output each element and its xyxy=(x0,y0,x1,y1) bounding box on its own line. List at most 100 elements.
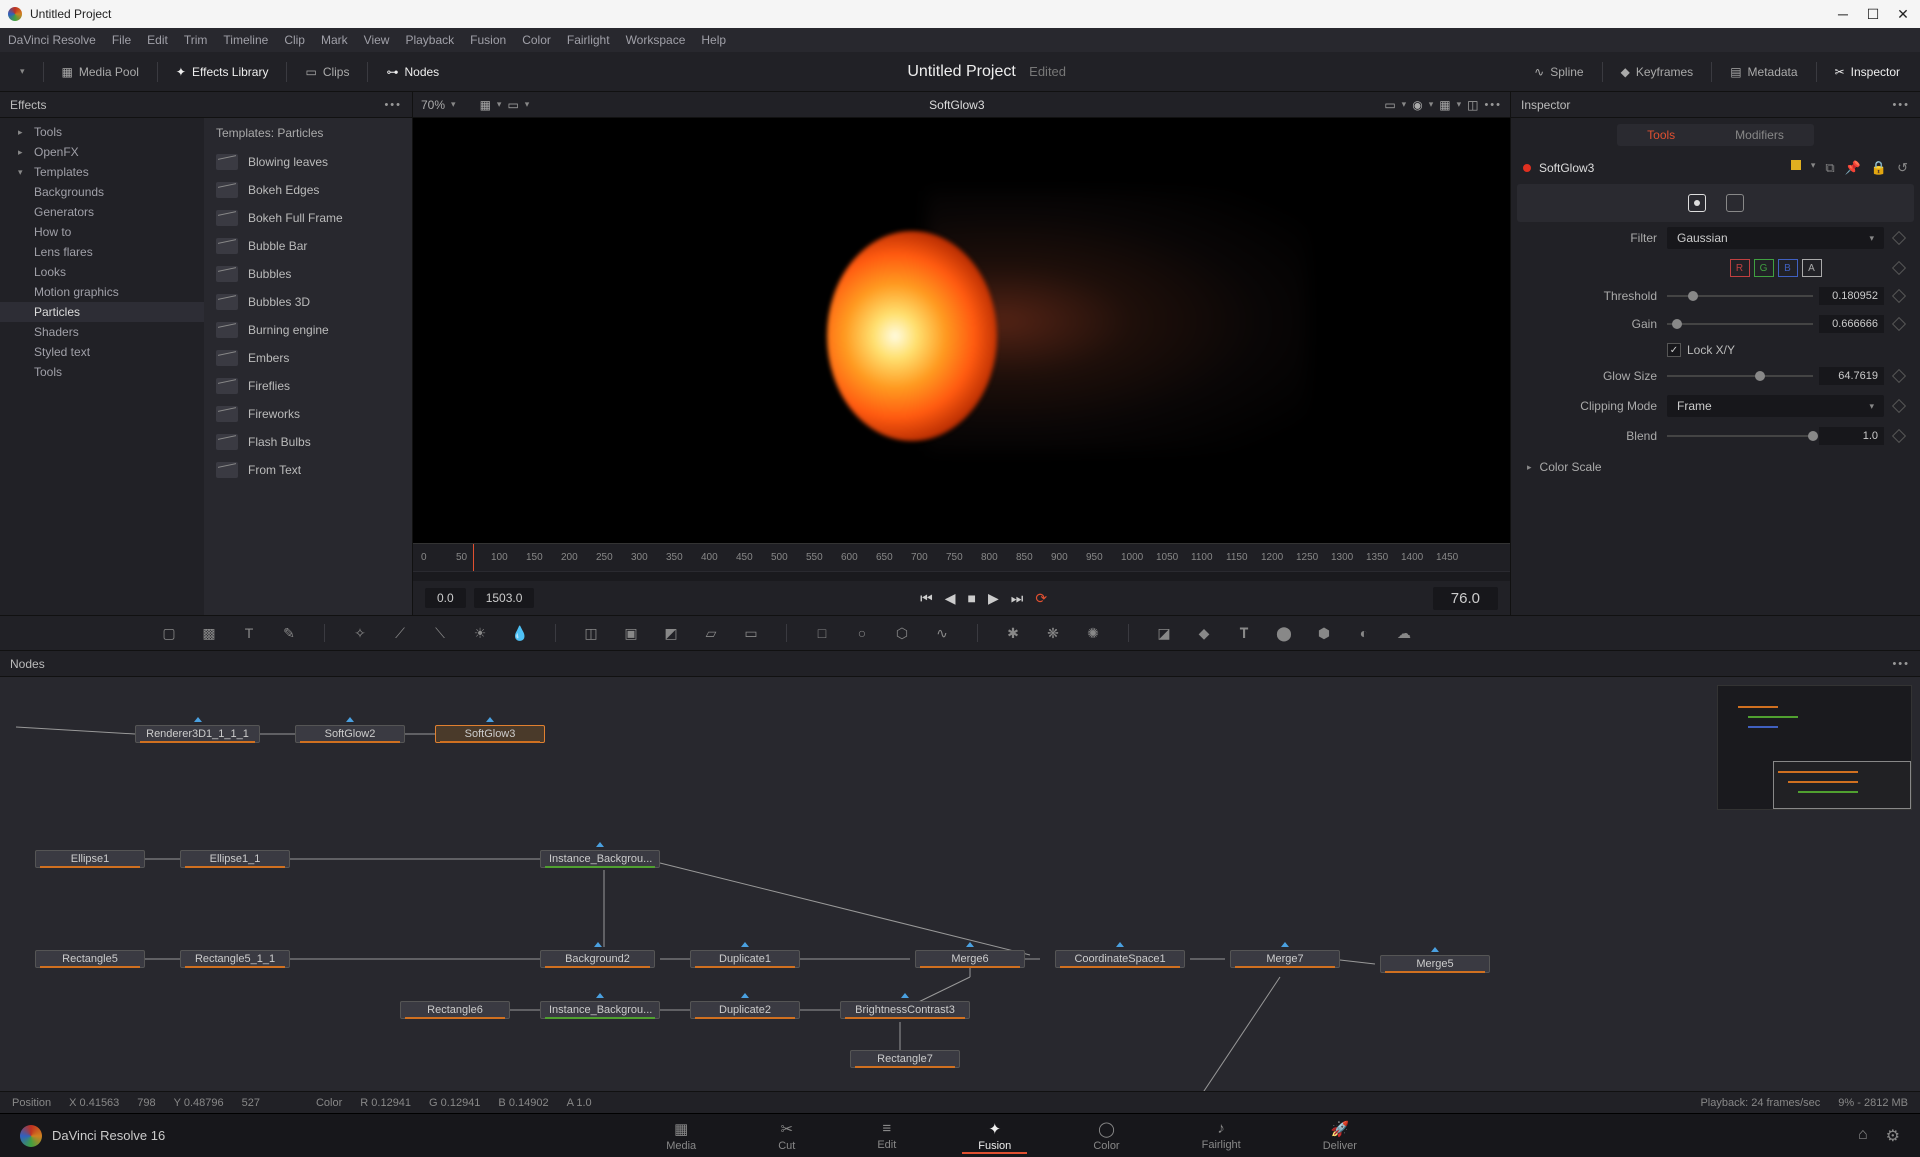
version-icon[interactable] xyxy=(1791,160,1801,170)
blend-slider[interactable] xyxy=(1667,435,1813,437)
menu-color[interactable]: Color xyxy=(522,33,551,47)
shelf-particles-icon[interactable]: ✧ xyxy=(351,624,369,642)
menu-view[interactable]: View xyxy=(364,33,390,47)
shelf-text3d-icon[interactable]: 𝐓 xyxy=(1235,624,1253,642)
window-close-button[interactable]: ✕ xyxy=(1894,5,1912,23)
node-merge5[interactable]: Merge5 xyxy=(1380,955,1490,973)
timeline-ruler[interactable]: 0501001502002503003504004505005506006507… xyxy=(413,543,1510,571)
node-instance-bg2[interactable]: Instance_Backgrou... xyxy=(540,1001,660,1019)
shelf-mask-icon[interactable]: ⟋ xyxy=(391,624,409,642)
lock-icon[interactable]: 🔒 xyxy=(1871,160,1887,176)
viewer-options-button[interactable]: ••• xyxy=(1484,99,1502,111)
channel-g-button[interactable]: G xyxy=(1754,259,1774,277)
node-softglow3[interactable]: SoftGlow3 xyxy=(435,725,545,743)
tree-particles[interactable]: Particles xyxy=(0,302,204,322)
menu-playback[interactable]: Playback xyxy=(405,33,454,47)
page-cut[interactable]: ✂Cut xyxy=(762,1118,811,1154)
shelf-light-icon[interactable]: ◐ xyxy=(1355,624,1373,642)
settings-button[interactable]: ⚙ xyxy=(1886,1126,1900,1146)
menu-timeline[interactable]: Timeline xyxy=(223,33,268,47)
template-item[interactable]: Fireworks xyxy=(204,400,412,428)
inspector-tab-modifiers[interactable]: Modifiers xyxy=(1705,124,1814,146)
shelf-matte-icon[interactable]: ▣ xyxy=(622,624,640,642)
node-brightcontrast3[interactable]: BrightnessContrast3 xyxy=(840,1001,970,1019)
shelf-ellipse-icon[interactable]: ○ xyxy=(853,624,871,642)
page-edit[interactable]: ≡Edit xyxy=(861,1118,912,1154)
loop-button[interactable]: ⟳ xyxy=(1035,590,1047,607)
page-fusion[interactable]: ✦Fusion xyxy=(962,1118,1027,1154)
node-rectangle7[interactable]: Rectangle7 xyxy=(850,1050,960,1068)
viewer-zoom-label[interactable]: 70% xyxy=(421,98,445,112)
threshold-input[interactable]: 0.180952 xyxy=(1819,287,1884,305)
toggle-clips[interactable]: ▭Clips xyxy=(295,61,359,83)
shelf-renderer-icon[interactable]: ☁ xyxy=(1395,624,1413,642)
template-item[interactable]: Blowing leaves xyxy=(204,148,412,176)
channel-b-button[interactable]: B xyxy=(1778,259,1798,277)
shelf-colorcorrect-icon[interactable]: ☀ xyxy=(471,624,489,642)
play-button[interactable]: ▶ xyxy=(988,590,999,607)
shelf-background-icon[interactable]: ▢ xyxy=(160,624,178,642)
viewer-canvas[interactable] xyxy=(413,118,1510,543)
tree-generators[interactable]: Generators xyxy=(0,202,204,222)
template-item[interactable]: Bokeh Full Frame xyxy=(204,204,412,232)
inspector-tab-tools[interactable]: Tools xyxy=(1617,124,1705,146)
window-minimize-button[interactable]: ─ xyxy=(1834,5,1852,23)
node-renderer3d[interactable]: Renderer3D1_1_1_1 xyxy=(135,725,260,743)
shelf-paint-icon[interactable]: ✎ xyxy=(280,624,298,642)
node-merge6[interactable]: Merge6 xyxy=(915,950,1025,968)
toggle-metadata[interactable]: ▤Metadata xyxy=(1720,61,1807,83)
menu-fairlight[interactable]: Fairlight xyxy=(567,33,610,47)
filter-dropdown[interactable]: Gaussian▾ xyxy=(1667,227,1884,249)
shelf-shape3d-icon[interactable]: ◆ xyxy=(1195,624,1213,642)
menu-edit[interactable]: Edit xyxy=(147,33,168,47)
page-color[interactable]: ◯Color xyxy=(1077,1118,1135,1154)
timecode-end[interactable]: 1503.0 xyxy=(474,588,535,608)
keyframe-diamond[interactable] xyxy=(1892,429,1906,443)
playhead[interactable] xyxy=(473,544,474,571)
keyframe-diamond[interactable] xyxy=(1892,399,1906,413)
node-ellipse1[interactable]: Ellipse1 xyxy=(35,850,145,868)
page-fairlight[interactable]: ♪Fairlight xyxy=(1186,1118,1257,1154)
tree-tools[interactable]: ▸Tools xyxy=(0,122,204,142)
shelf-pmerge-icon[interactable]: ✺ xyxy=(1084,624,1102,642)
timecode-current[interactable]: 76.0 xyxy=(1433,587,1498,610)
shelf-merge-icon[interactable]: ◫ xyxy=(582,624,600,642)
glowsize-slider[interactable] xyxy=(1667,375,1813,377)
node-background2[interactable]: Background2 xyxy=(540,950,655,968)
stop-button[interactable]: ■ xyxy=(967,590,975,606)
node-rectangle6[interactable]: Rectangle6 xyxy=(400,1001,510,1019)
shelf-camera-icon[interactable]: ⬤ xyxy=(1275,624,1293,642)
node-flow-canvas[interactable]: Renderer3D1_1_1_1 SoftGlow2 SoftGlow3 El… xyxy=(0,677,1920,1091)
node-duplicate2[interactable]: Duplicate2 xyxy=(690,1001,800,1019)
node-ellipse1-1[interactable]: Ellipse1_1 xyxy=(180,850,290,868)
menu-trim[interactable]: Trim xyxy=(184,33,208,47)
clipping-dropdown[interactable]: Frame▾ xyxy=(1667,395,1884,417)
shelf-blur-icon[interactable]: 💧 xyxy=(511,624,529,642)
shelf-brightness-icon[interactable]: ⟍ xyxy=(431,624,449,642)
fit-icon[interactable]: ▦ xyxy=(480,98,491,112)
template-item[interactable]: Burning engine xyxy=(204,316,412,344)
home-button[interactable]: ⌂ xyxy=(1858,1126,1868,1146)
node-coordspace1[interactable]: CoordinateSpace1 xyxy=(1055,950,1185,968)
shelf-transform-icon[interactable]: ◩ xyxy=(662,624,680,642)
toggle-spline[interactable]: ∿Spline xyxy=(1524,61,1593,83)
reset-icon[interactable]: ↺ xyxy=(1897,160,1908,176)
node-softglow2[interactable]: SoftGlow2 xyxy=(295,725,405,743)
node-minimap[interactable] xyxy=(1717,685,1912,810)
shelf-image3d-icon[interactable]: ◪ xyxy=(1155,624,1173,642)
node-enable-dot[interactable] xyxy=(1523,164,1531,172)
keyframe-diamond[interactable] xyxy=(1892,317,1906,331)
template-item[interactable]: Bokeh Edges xyxy=(204,176,412,204)
blend-input[interactable]: 1.0 xyxy=(1819,427,1884,445)
tree-styledtext[interactable]: Styled text xyxy=(0,342,204,362)
menu-file[interactable]: File xyxy=(112,33,131,47)
node-rectangle5-1-1[interactable]: Rectangle5_1_1 xyxy=(180,950,290,968)
inspector-options-button[interactable]: ••• xyxy=(1892,99,1910,111)
gain-input[interactable]: 0.666666 xyxy=(1819,315,1884,333)
shelf-rectangle-icon[interactable]: □ xyxy=(813,624,831,642)
toggle-media-pool[interactable]: ▦Media Pool xyxy=(52,61,149,83)
keyframe-diamond[interactable] xyxy=(1892,289,1906,303)
shelf-crop-icon[interactable]: ▭ xyxy=(742,624,760,642)
keyframe-diamond[interactable] xyxy=(1892,369,1906,383)
menu-help[interactable]: Help xyxy=(701,33,726,47)
